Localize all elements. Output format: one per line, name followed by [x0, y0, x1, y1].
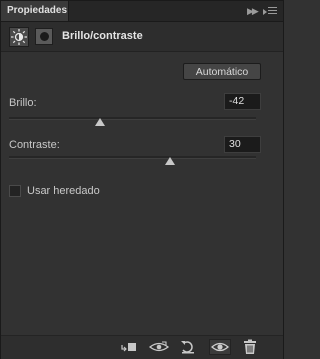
brightness-slider-thumb[interactable]	[95, 118, 106, 126]
brightness-slider-track[interactable]	[9, 117, 256, 120]
clip-to-layer-glyph	[121, 343, 136, 352]
reset-icon[interactable]	[179, 339, 197, 355]
eye-glyph	[211, 342, 229, 352]
clip-to-layer-icon[interactable]	[120, 339, 138, 355]
tab-properties[interactable]: Propiedades	[1, 1, 69, 21]
menu-triangle	[263, 9, 267, 15]
adjustment-header: Brillo/contraste	[1, 22, 283, 52]
collapse-panel-icon[interactable]: ▶▶	[247, 6, 261, 16]
legacy-checkbox[interactable]	[9, 185, 21, 197]
eye-arrow-glyph	[148, 341, 170, 352]
menu-line	[268, 13, 277, 14]
panel-footer	[1, 335, 283, 359]
sun-icon	[11, 29, 27, 45]
menu-line	[268, 7, 277, 8]
trash-glyph	[244, 339, 256, 354]
brightness-contrast-icon[interactable]	[9, 27, 29, 47]
contrast-value-field[interactable]: 30	[224, 136, 261, 153]
contrast-slider-track[interactable]	[9, 156, 256, 159]
legacy-label[interactable]: Usar heredado	[27, 185, 100, 197]
delete-icon[interactable]	[241, 339, 259, 355]
layer-mask-icon[interactable]	[35, 28, 53, 45]
contrast-slider-thumb[interactable]	[164, 157, 175, 165]
auto-button[interactable]: Automático	[183, 63, 261, 80]
properties-panel: Propiedades ▶▶ Brillo/contraste Automáti…	[0, 0, 284, 359]
toggle-visibility-icon[interactable]	[209, 339, 231, 355]
adjustment-title: Brillo/contraste	[62, 30, 143, 42]
brightness-value-field[interactable]: -42	[224, 93, 261, 110]
reset-glyph	[181, 341, 194, 354]
mask-dot	[40, 32, 49, 41]
view-previous-state-icon[interactable]	[148, 339, 170, 355]
panel-tab-bar: Propiedades ▶▶	[1, 1, 283, 22]
menu-line	[268, 10, 277, 11]
brightness-label: Brillo:	[9, 97, 37, 109]
contrast-label: Contraste:	[9, 139, 60, 151]
panel-menu-icon[interactable]	[263, 5, 277, 17]
